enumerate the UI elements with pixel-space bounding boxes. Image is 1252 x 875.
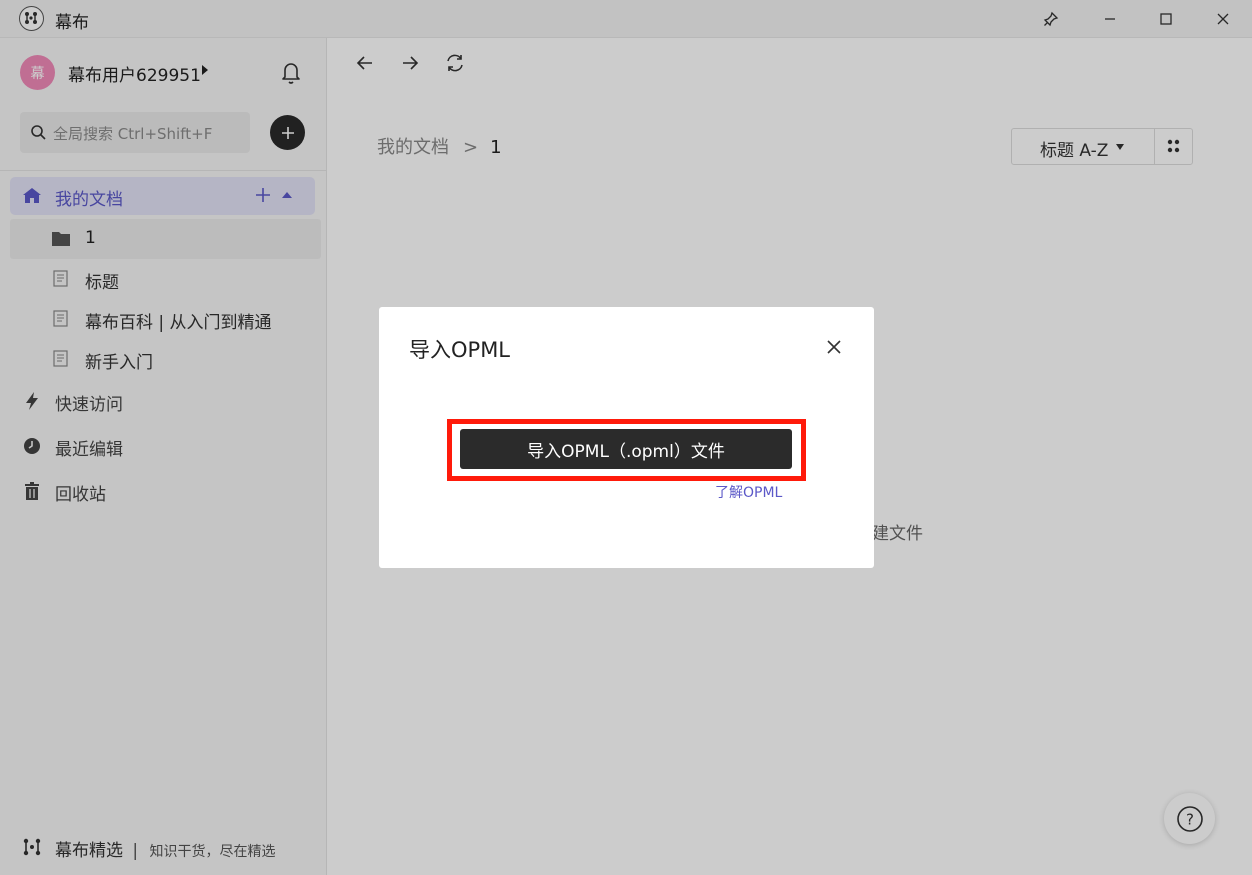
dialog-title: 导入OPML	[409, 338, 511, 362]
import-opml-button[interactable]: 导入OPML（.opml）文件	[460, 429, 792, 469]
learn-opml-link[interactable]: 了解OPML	[715, 482, 782, 502]
import-opml-dialog: 导入OPML 导入OPML（.opml）文件 了解OPML	[379, 307, 874, 568]
close-icon[interactable]	[823, 336, 845, 358]
